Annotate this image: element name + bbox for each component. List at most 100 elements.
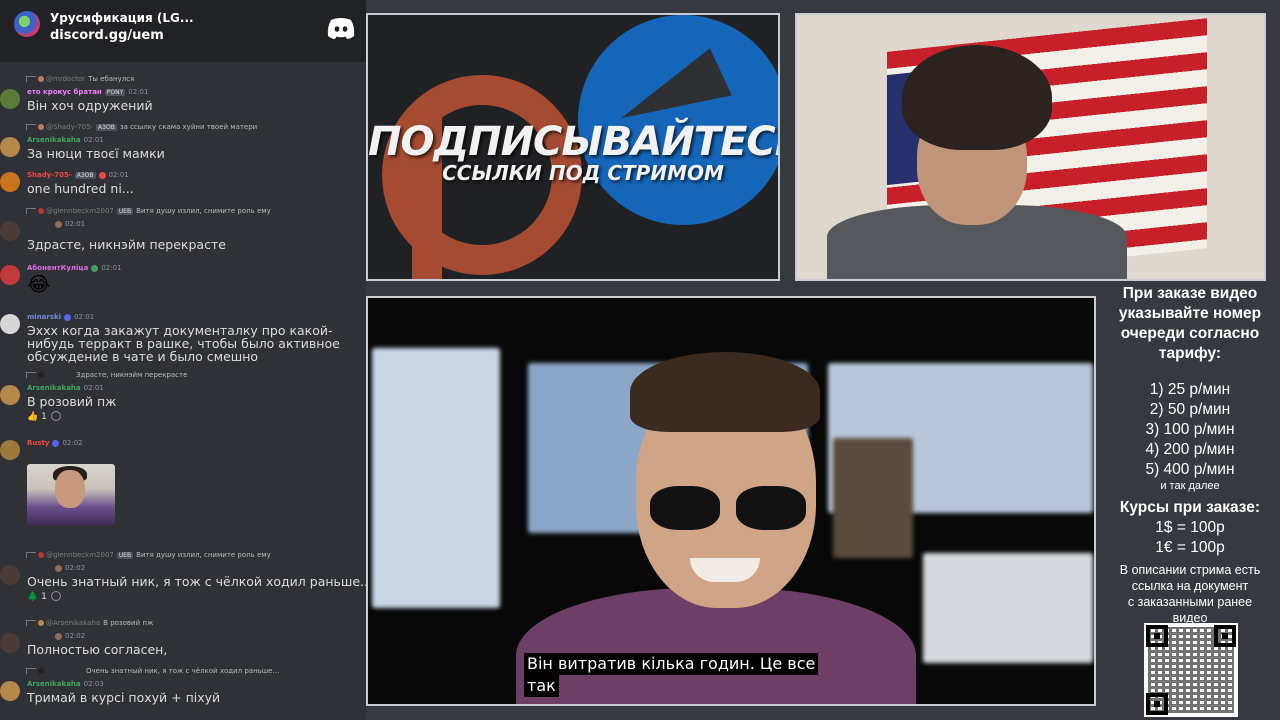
- qr-finder: [1146, 625, 1168, 647]
- info-heading-line: тарифу:: [1158, 345, 1222, 362]
- message-text: Эххх когда закажут документалку про како…: [27, 323, 340, 364]
- tariff-item: 5) 400 р/мин: [1145, 461, 1235, 478]
- username[interactable]: minarski: [27, 313, 61, 321]
- role-tag: АЗОВ: [74, 172, 96, 179]
- avatar[interactable]: [0, 89, 20, 109]
- qr-finder: [1214, 625, 1236, 647]
- sunglasses-left: [650, 486, 720, 530]
- stream-layout: Урусификация (LG... discord.gg/uem @mrdo…: [0, 0, 1280, 720]
- role-tag: PONY: [104, 89, 126, 96]
- message-meta: Arsenikakaha 02:01: [27, 136, 104, 146]
- timestamp: 02:02: [62, 439, 83, 447]
- emoji-message: 😂: [27, 272, 51, 296]
- message-text: Здрасте, никнэйм перекрасте: [27, 237, 226, 252]
- image-attachment[interactable]: [27, 464, 115, 526]
- message-meta: 02:01: [55, 220, 85, 230]
- tariff-item: 3) 100 р/мин: [1145, 421, 1235, 438]
- reaction-emoji[interactable]: 🌲 1: [27, 592, 47, 602]
- message-text: Тримай в курсі похуй + піхуй: [27, 690, 221, 705]
- timestamp: 02:01: [108, 171, 129, 179]
- avatar[interactable]: [0, 681, 20, 701]
- bg-monitor: [372, 348, 500, 608]
- subtitle-line-1: Він витратив кілька годин. Це все: [524, 653, 819, 675]
- video-subtitles: Він витратив кілька годин. Це все так: [524, 653, 819, 697]
- webcam-feed: [795, 13, 1266, 281]
- reply-preview[interactable]: Очень знатный ник, я тож с чёлкой ходил …: [26, 667, 279, 677]
- server-invite-link[interactable]: discord.gg/uem: [50, 28, 164, 43]
- message-meta: 02:02: [55, 564, 85, 574]
- avatar[interactable]: [0, 137, 20, 157]
- speaker-hair: [630, 352, 820, 432]
- order-info-panel: При заказе видео указывайте номер очеред…: [1100, 284, 1280, 720]
- qr-finder: [1146, 693, 1168, 715]
- qr-code[interactable]: [1144, 623, 1238, 717]
- avatar[interactable]: [0, 172, 20, 192]
- discord-server-header: Урусификация (LG... discord.gg/uem: [0, 0, 366, 62]
- subscribe-banner: ПОДПИСЫВАЙТЕСЬ ССЫЛКИ ПОД СТРИМОМ: [366, 13, 780, 281]
- username[interactable]: ето крокус братан: [27, 88, 102, 96]
- server-icon: [14, 11, 40, 37]
- promo-subtitle: ССЫЛКИ ПОД СТРИМОМ: [442, 161, 724, 185]
- reply-preview[interactable]: @glennbeckm2007 UEB Витя душу излил, сними…: [26, 207, 271, 217]
- streamer-hair: [902, 45, 1052, 150]
- username[interactable]: Arsenikakaha: [27, 136, 81, 144]
- avatar[interactable]: [0, 314, 20, 334]
- add-reaction-icon[interactable]: [50, 591, 61, 601]
- reply-preview[interactable]: Здрасте, никнэйм перекрасте: [26, 371, 187, 381]
- message-text: В розовий пж: [27, 394, 117, 409]
- timestamp: 02:03: [83, 680, 104, 688]
- sunglasses-right: [736, 486, 806, 530]
- reply-preview[interactable]: @Arsenikakaha В розовий пж: [26, 619, 153, 629]
- username[interactable]: АбонентКуліца: [27, 264, 88, 272]
- message-meta: 02:02: [55, 632, 85, 642]
- avatar[interactable]: [0, 440, 20, 460]
- avatar[interactable]: [0, 221, 20, 241]
- reaction-thumbs-up[interactable]: 👍 1: [27, 412, 47, 422]
- avatar[interactable]: [0, 565, 20, 585]
- username[interactable]: Shady-705-: [27, 171, 72, 179]
- username[interactable]: Rusty: [27, 439, 49, 447]
- message-meta: Arsenikakaha 02:03: [27, 680, 104, 690]
- avatar[interactable]: [0, 265, 20, 285]
- bg-monitor: [923, 553, 1093, 663]
- discord-chat-panel: Урусификация (LG... discord.gg/uem @mrdo…: [0, 0, 366, 720]
- message-text: Він хоч одружений: [27, 98, 153, 113]
- tariff-item: 2) 50 р/мин: [1149, 401, 1231, 418]
- tariff-more: и так далее: [1160, 480, 1220, 492]
- subtitle-line-2: так: [524, 675, 559, 697]
- timestamp: 02:01: [74, 313, 95, 321]
- timestamp: 02:01: [128, 88, 149, 96]
- timestamp: 02:01: [65, 220, 86, 228]
- add-reaction-icon[interactable]: [50, 411, 61, 421]
- rate-item: 1€ = 100р: [1155, 539, 1225, 556]
- username[interactable]: Arsenikakaha: [27, 680, 81, 688]
- reply-preview[interactable]: @Shady-705- АЗОВ за ссылку скама хуйни тво…: [26, 123, 257, 133]
- avatar[interactable]: [0, 633, 20, 653]
- message-meta: Rusty 02:02: [27, 439, 83, 449]
- timestamp: 02:02: [65, 564, 86, 572]
- info-heading-line: При заказе видео: [1122, 285, 1258, 302]
- timestamp: 02:01: [83, 136, 104, 144]
- tariff-item: 4) 200 р/мин: [1145, 441, 1235, 458]
- description-line: ссылка на документ: [1131, 579, 1249, 593]
- tariff-item: 1) 25 р/мин: [1149, 381, 1231, 398]
- message-list: @mrdoctor Ты ебанулся ето крокус братан PO…: [0, 62, 366, 720]
- message-meta: Arsenikakaha 02:01: [27, 384, 104, 394]
- message-text: one hundred ni...: [27, 181, 134, 196]
- avatar[interactable]: [0, 385, 20, 405]
- rates-heading: Курсы при заказе:: [1119, 499, 1261, 516]
- info-heading-line: указывайте номер: [1118, 305, 1262, 322]
- bg-monitor: [833, 438, 913, 558]
- username[interactable]: Arsenikakaha: [27, 384, 81, 392]
- reply-preview[interactable]: @glennbeckm2007 UEB Витя душу излил, сними…: [26, 551, 271, 561]
- main-video[interactable]: Він витратив кілька годин. Це все так: [366, 296, 1096, 706]
- reply-preview[interactable]: @mrdoctor Ты ебанулся: [26, 75, 134, 85]
- server-name: Урусификация (LG...: [50, 11, 194, 25]
- description-line: с заказанными ранее: [1127, 595, 1253, 609]
- info-heading-line: очереди согласно: [1120, 325, 1260, 342]
- message-meta: Shady-705- АЗОВ 02:01: [27, 171, 129, 181]
- promo-title: ПОДПИСЫВАЙТЕСЬ: [368, 119, 780, 165]
- discord-logo-icon: [327, 18, 355, 39]
- reaction-bar: 🌲 1: [27, 591, 61, 605]
- reaction-bar: 👍 1: [27, 411, 61, 425]
